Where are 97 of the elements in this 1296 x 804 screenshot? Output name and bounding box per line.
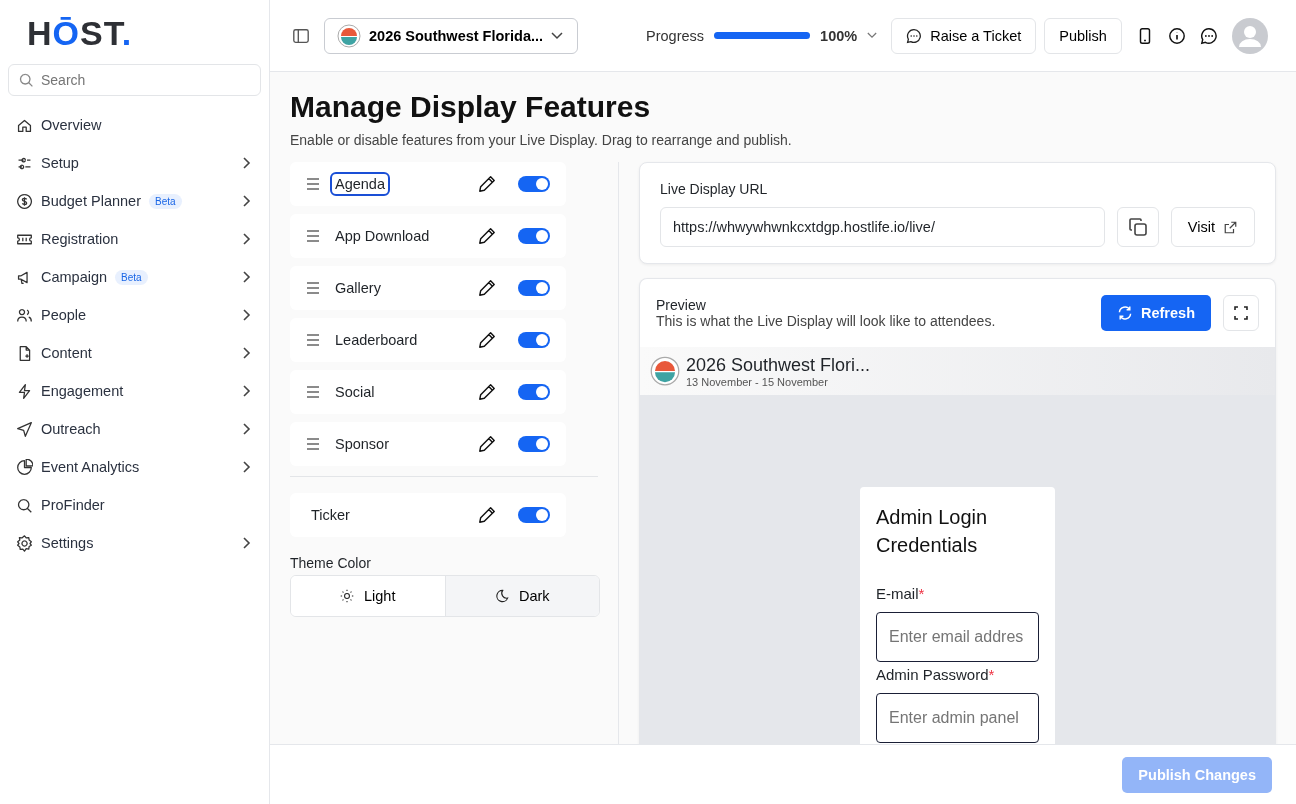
url-label: Live Display URL xyxy=(660,181,769,197)
toggle-switch[interactable] xyxy=(518,280,550,296)
nav-item[interactable]: ProFinder xyxy=(0,486,269,524)
edit-icon[interactable] xyxy=(478,175,496,193)
moon-icon xyxy=(494,589,509,603)
fullscreen-button[interactable] xyxy=(1223,295,1259,331)
search-icon xyxy=(18,72,34,88)
feature-label: Gallery xyxy=(334,279,382,298)
nav-icon xyxy=(16,534,33,552)
beta-badge: Beta xyxy=(148,193,182,209)
sidebar-toggle-icon[interactable] xyxy=(292,26,310,45)
info-icon[interactable] xyxy=(1167,26,1186,45)
beta-badge: Beta xyxy=(115,269,148,285)
nav-icon xyxy=(16,192,33,210)
feature-row[interactable]: Gallery xyxy=(290,266,566,310)
nav-item[interactable]: People xyxy=(0,296,269,334)
refresh-button[interactable]: Refresh xyxy=(1101,295,1211,331)
refresh-icon xyxy=(1117,305,1133,321)
event-logo-icon xyxy=(337,23,361,48)
feature-row[interactable]: Social xyxy=(290,370,566,414)
drag-handle-icon[interactable] xyxy=(306,282,320,294)
caret-icon[interactable] xyxy=(867,32,878,39)
visit-button[interactable]: Visit xyxy=(1170,207,1255,247)
nav-icon xyxy=(16,382,33,400)
nav-item[interactable]: Content xyxy=(0,334,269,372)
edit-icon[interactable] xyxy=(478,435,496,453)
edit-icon[interactable] xyxy=(478,506,496,524)
feature-label: Sponsor xyxy=(334,435,390,454)
nav-item[interactable]: Budget Planner Beta xyxy=(0,182,269,220)
feature-label: App Download xyxy=(334,227,431,246)
fullscreen-icon xyxy=(1234,306,1248,320)
chat-icon xyxy=(906,27,923,44)
sun-icon xyxy=(340,589,354,603)
theme-option[interactable]: Dark xyxy=(445,576,599,616)
input-field[interactable]: Enter admin panel xyxy=(876,693,1039,743)
url-field[interactable]: https://whwywhwnkcxtdgp.hostlife.io/live/ xyxy=(660,207,1105,247)
external-link-icon xyxy=(1223,219,1238,235)
nav-item[interactable]: Campaign Beta xyxy=(0,258,269,296)
feature-row[interactable]: Sponsor xyxy=(290,422,566,466)
preview-subtitle: This is what the Live Display will look like to attendees. xyxy=(656,313,997,329)
nav-icon xyxy=(16,420,33,438)
login-title: Admin Login Credentials xyxy=(876,505,989,558)
logo: HŌST. xyxy=(26,13,134,54)
field-label: Admin Password* xyxy=(876,666,996,683)
preview-title: Preview xyxy=(656,297,707,313)
copy-button[interactable] xyxy=(1116,207,1159,247)
caret-icon xyxy=(551,31,564,40)
progress-label: Progress xyxy=(646,27,705,44)
search-field[interactable]: Search xyxy=(8,64,261,96)
feature-row[interactable]: Agenda xyxy=(290,162,566,206)
drag-handle-icon[interactable] xyxy=(306,334,320,346)
theme-option[interactable]: Light xyxy=(291,576,446,616)
edit-icon[interactable] xyxy=(478,227,496,245)
drag-handle-icon[interactable] xyxy=(306,386,320,398)
drag-handle-icon[interactable] xyxy=(306,438,320,450)
nav-icon xyxy=(16,496,33,514)
copy-icon xyxy=(1127,217,1148,237)
field-label: E-mail* xyxy=(876,585,926,602)
feature-label: Social xyxy=(334,383,376,402)
chat-icon[interactable] xyxy=(1199,26,1218,45)
nav-icon xyxy=(16,306,33,324)
page-subtitle: Enable or disable features from your Live Display. Drag to rearrange and publish. xyxy=(290,132,793,148)
toggle-switch[interactable] xyxy=(518,176,550,192)
nav-item[interactable]: Outreach xyxy=(0,410,269,448)
nav-item[interactable]: Overview xyxy=(0,106,269,144)
drag-handle-icon[interactable] xyxy=(306,178,320,190)
nav-item[interactable]: Registration xyxy=(0,220,269,258)
toggle-switch[interactable] xyxy=(518,507,550,523)
toggle-switch[interactable] xyxy=(518,228,550,244)
nav-item[interactable]: Engagement xyxy=(0,372,269,410)
toggle-switch[interactable] xyxy=(518,384,550,400)
edit-icon[interactable] xyxy=(478,279,496,297)
feature-row[interactable]: Leaderboard xyxy=(290,318,566,362)
theme-label: Theme Color xyxy=(290,555,372,571)
nav-item[interactable]: Event Analytics xyxy=(0,448,269,486)
nav-item[interactable]: Setup xyxy=(0,144,269,182)
feature-label: Ticker xyxy=(310,506,351,525)
progress-value: 100% xyxy=(820,27,858,44)
toggle-switch[interactable] xyxy=(518,436,550,452)
nav-icon xyxy=(16,458,33,476)
event-logo-icon xyxy=(650,356,680,386)
edit-icon[interactable] xyxy=(478,383,496,401)
feature-label: Leaderboard xyxy=(334,331,419,350)
event-dates: 13 November - 15 November xyxy=(686,375,829,388)
page-title: Manage Display Features xyxy=(290,90,652,124)
event-title: 2026 Southwest Flori... xyxy=(686,354,871,376)
input-field[interactable]: Enter email addres xyxy=(876,612,1039,662)
toggle-switch[interactable] xyxy=(518,332,550,348)
drag-handle-icon[interactable] xyxy=(306,230,320,242)
header-button[interactable]: Raise a Ticket xyxy=(891,17,1037,54)
feature-row[interactable]: App Download xyxy=(290,214,566,258)
edit-icon[interactable] xyxy=(478,331,496,349)
feature-row[interactable]: Ticker xyxy=(290,493,566,537)
header-button[interactable]: Publish xyxy=(1044,17,1122,54)
event-selector[interactable]: 2026 Southwest Florida... xyxy=(324,17,579,54)
nav-item[interactable]: Settings xyxy=(0,524,269,562)
feature-label: Agenda xyxy=(330,172,390,196)
